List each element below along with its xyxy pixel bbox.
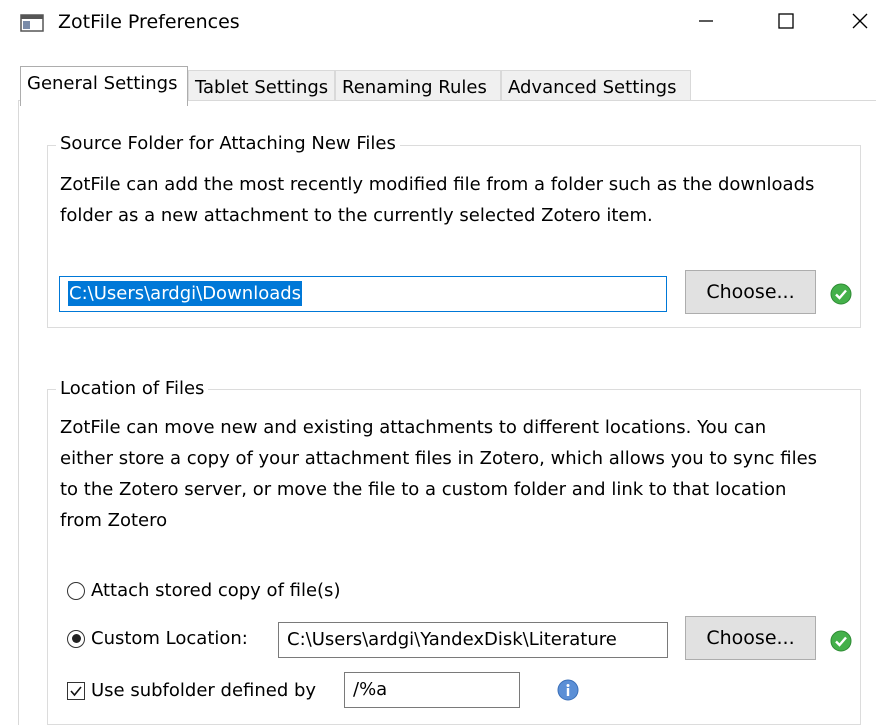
maximize-button[interactable] — [756, 0, 816, 46]
tab-advanced-settings[interactable]: Advanced Settings — [501, 70, 691, 104]
app-window-icon — [20, 13, 44, 33]
location-description-line: either store a copy of your attachment f… — [60, 448, 818, 469]
info-icon[interactable] — [557, 679, 579, 701]
source-folder-input[interactable]: C:\Users\ardgi\Downloads — [59, 276, 667, 312]
valid-check-icon — [830, 283, 852, 305]
source-folder-legend: Source Folder for Attaching New Files — [56, 133, 400, 155]
source-folder-choose-button[interactable]: Choose... — [685, 270, 816, 314]
custom-location-input[interactable]: C:\Users\ardgi\YandexDisk\Literature — [278, 622, 668, 658]
use-subfolder-label: Use subfolder defined by — [91, 680, 317, 701]
title-bar[interactable]: ZotFile Preferences — [0, 0, 876, 46]
location-description-line: ZotFile can move new and existing attach… — [60, 417, 767, 438]
custom-location-value: C:\Users\ardgi\YandexDisk\Literature — [287, 629, 617, 650]
location-legend: Location of Files — [56, 378, 209, 400]
tab-general-settings[interactable]: General Settings — [20, 66, 188, 106]
checkmark-icon — [70, 685, 82, 696]
location-description-line: to the Zotero server, or move the file t… — [60, 479, 787, 500]
tab-tablet-settings[interactable]: Tablet Settings — [188, 70, 335, 104]
minimize-icon — [698, 13, 714, 33]
tab-renaming-rules[interactable]: Renaming Rules — [335, 70, 501, 104]
radio-selected-dot — [71, 634, 81, 643]
location-description-line: from Zotero — [60, 510, 168, 531]
custom-location-label: Custom Location: — [91, 628, 248, 649]
source-folder-description-line: folder as a new attachment to the curren… — [60, 205, 653, 226]
attach-stored-radio[interactable] — [67, 581, 85, 600]
subfolder-format-input[interactable]: /%a — [344, 672, 520, 708]
window-title: ZotFile Preferences — [58, 11, 240, 33]
preferences-window: ZotFile Preferences General Settings Tab… — [0, 0, 876, 725]
valid-check-icon — [830, 630, 852, 652]
tab-strip: General Settings Tablet Settings Renamin… — [0, 46, 876, 106]
attach-stored-label: Attach stored copy of file(s) — [91, 580, 341, 601]
source-folder-value: C:\Users\ardgi\Downloads — [68, 281, 303, 306]
maximize-icon — [777, 12, 795, 34]
attach-stored-radio-option[interactable]: Attach stored copy of file(s) — [67, 580, 340, 601]
source-folder-description: ZotFile can add the most recently modifi… — [60, 169, 860, 231]
use-subfolder-checkbox[interactable] — [67, 681, 85, 700]
close-button[interactable] — [830, 0, 876, 46]
location-description: ZotFile can move new and existing attach… — [60, 412, 860, 536]
subfolder-format-value: /%a — [353, 679, 388, 700]
use-subfolder-option[interactable]: Use subfolder defined by — [67, 680, 316, 701]
custom-location-radio[interactable] — [67, 629, 85, 648]
close-icon — [851, 12, 869, 34]
source-folder-description-line: ZotFile can add the most recently modifi… — [60, 174, 815, 195]
minimize-button[interactable] — [676, 0, 736, 46]
custom-location-radio-option[interactable]: Custom Location: — [67, 628, 248, 649]
custom-location-choose-button[interactable]: Choose... — [685, 616, 816, 660]
